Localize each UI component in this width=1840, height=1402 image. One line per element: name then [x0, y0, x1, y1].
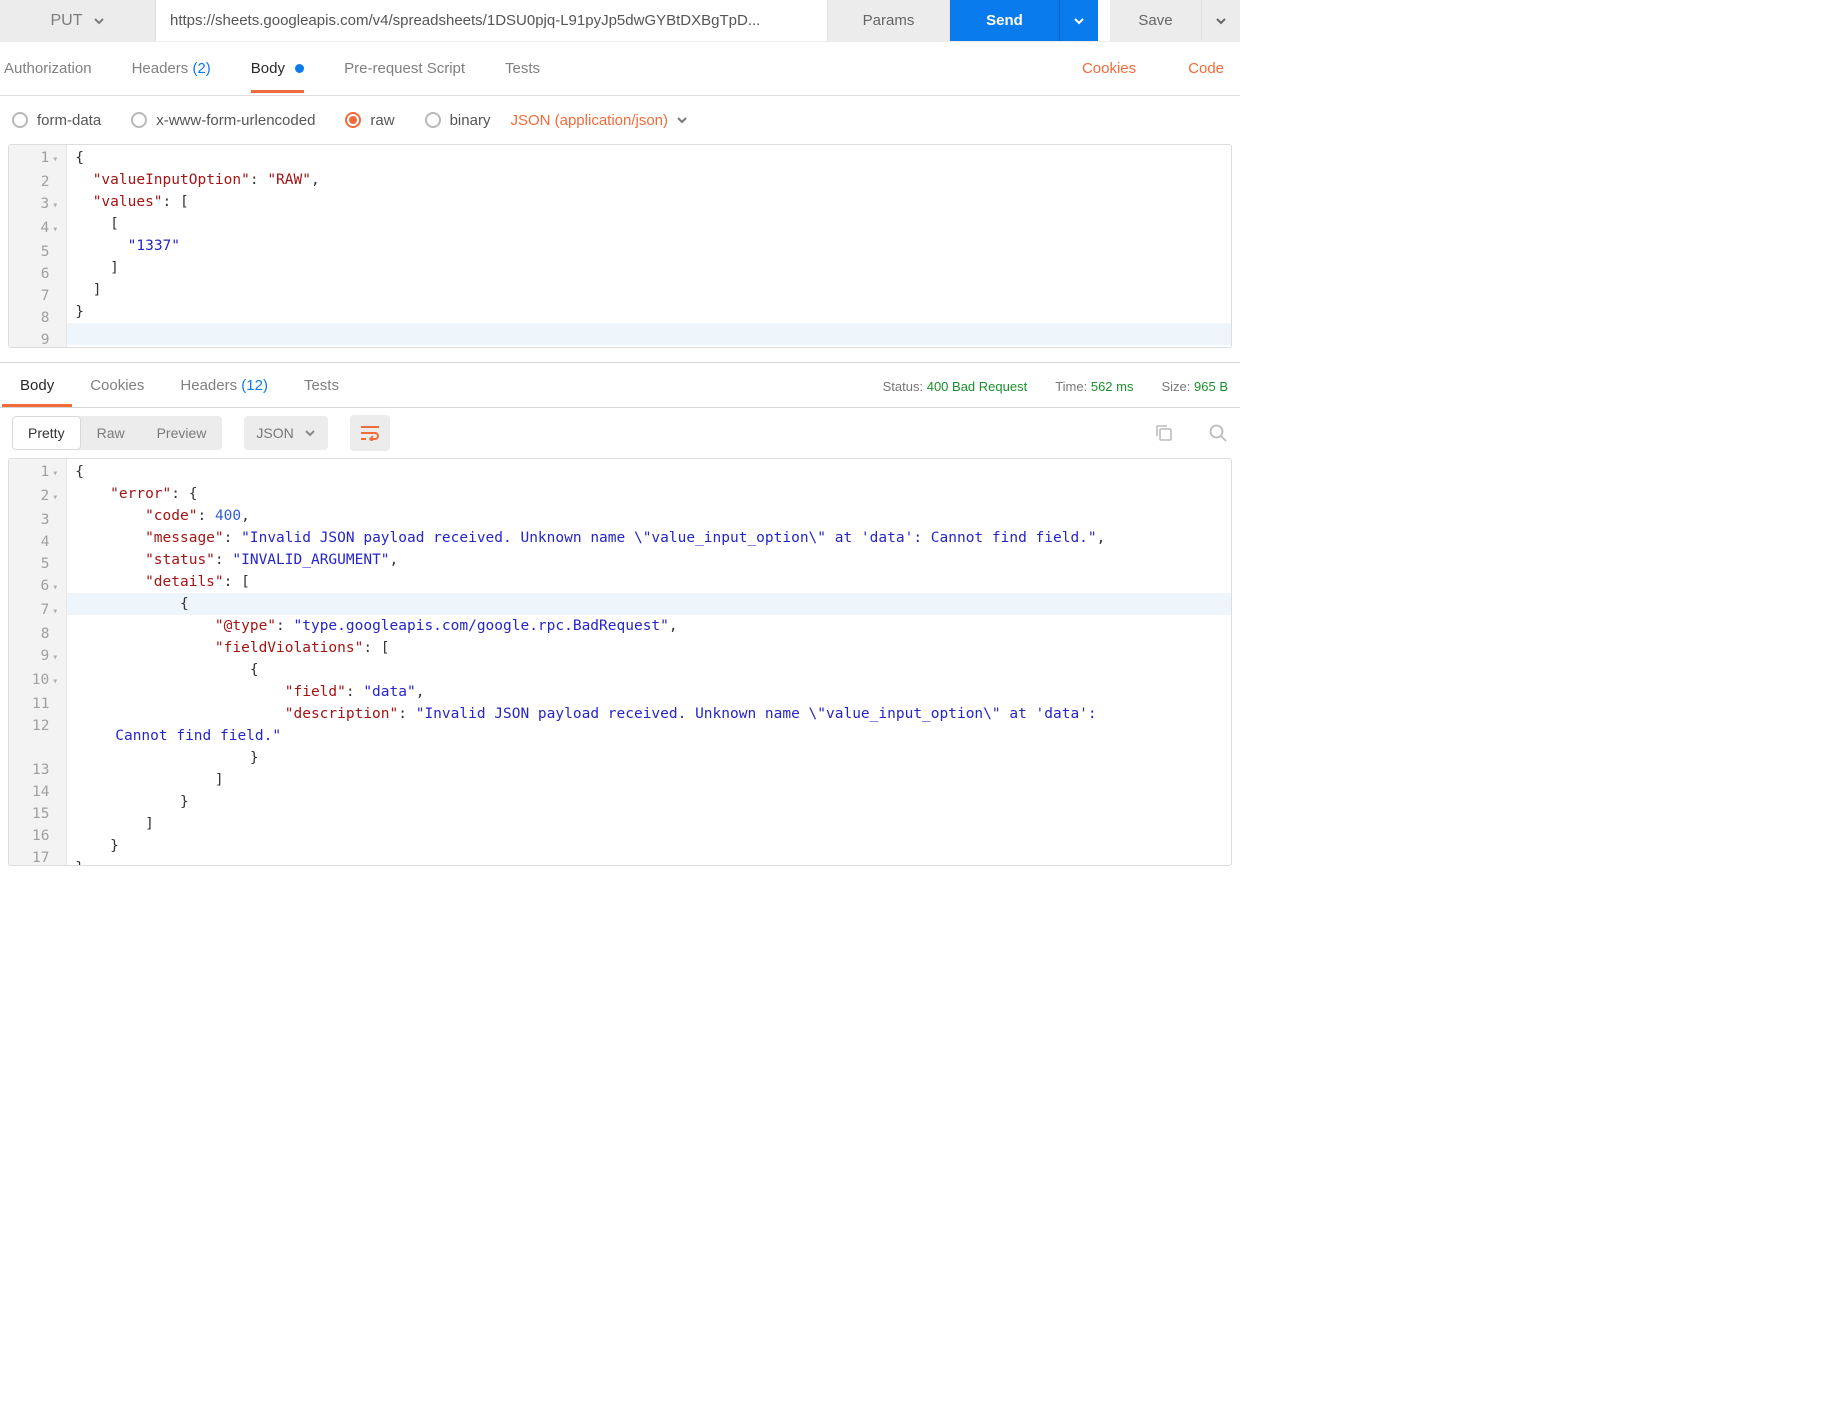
body-type-options: form-data x-www-form-urlencoded raw bina…: [0, 96, 1240, 144]
res-tab-body[interactable]: Body: [2, 364, 72, 407]
radio-urlencoded-label: x-www-form-urlencoded: [156, 112, 315, 129]
json-key: "valueInputOption": [93, 172, 250, 188]
status-value: 400 Bad Request: [927, 379, 1027, 394]
http-method-dropdown[interactable]: PUT: [0, 0, 156, 41]
json-key: "@type": [215, 618, 276, 634]
code-link[interactable]: Code: [1188, 60, 1236, 77]
send-dropdown[interactable]: [1060, 0, 1098, 41]
radio-selected-icon: [345, 112, 361, 128]
response-format-label: JSON: [256, 425, 293, 441]
radio-form-data[interactable]: form-data: [12, 112, 101, 129]
chevron-down-icon: [93, 15, 105, 27]
json-key: "field": [285, 684, 346, 700]
response-size: Size: 965 B: [1161, 379, 1228, 407]
json-string: "1337": [128, 238, 180, 254]
json-string: "Invalid JSON payload received. Unknown …: [241, 530, 1097, 546]
radio-raw[interactable]: raw: [345, 112, 394, 129]
tab-tests[interactable]: Tests: [505, 45, 540, 93]
copy-icon: [1154, 423, 1174, 443]
send-button[interactable]: Send: [950, 0, 1060, 41]
radio-urlencoded[interactable]: x-www-form-urlencoded: [131, 112, 315, 129]
tab-headers-count: (2): [192, 60, 210, 77]
chevron-down-icon: [676, 114, 688, 126]
json-string: "type.googleapis.com/google.rpc.BadReque…: [294, 618, 669, 634]
request-gutter: 1▾ 2 3▾ 4▾ 5 6 7 8 9: [9, 145, 67, 347]
request-bar: PUT https://sheets.googleapis.com/v4/spr…: [0, 0, 1240, 42]
time-value: 562 ms: [1091, 379, 1134, 394]
json-key: "values": [93, 194, 163, 210]
size-value: 965 B: [1194, 379, 1228, 394]
view-mode-pill: Pretty Raw Preview: [12, 416, 222, 450]
json-key: "details": [145, 574, 224, 590]
params-button[interactable]: Params: [828, 0, 950, 41]
res-tab-headers[interactable]: Headers (12): [162, 364, 286, 407]
brace: }: [75, 304, 84, 320]
view-pretty[interactable]: Pretty: [12, 416, 81, 450]
json-string: "RAW": [267, 172, 311, 188]
copy-button[interactable]: [1154, 423, 1174, 443]
chevron-down-icon: [1215, 15, 1227, 27]
view-raw[interactable]: Raw: [81, 416, 141, 450]
url-input[interactable]: https://sheets.googleapis.com/v4/spreads…: [156, 0, 828, 41]
res-tab-headers-label: Headers: [180, 377, 237, 394]
save-button[interactable]: Save: [1110, 0, 1202, 41]
response-format-dropdown[interactable]: JSON: [244, 416, 327, 450]
json-string: "INVALID_ARGUMENT": [232, 552, 389, 568]
tab-body[interactable]: Body: [251, 45, 304, 93]
json-string: "Invalid JSON payload received. Unknown …: [416, 706, 1106, 722]
res-tab-headers-count: (12): [241, 377, 268, 394]
search-icon: [1208, 423, 1228, 443]
json-number: 400: [215, 508, 241, 524]
json-key: "error": [110, 486, 171, 502]
content-type-label: JSON (application/json): [510, 112, 668, 129]
tab-authorization[interactable]: Authorization: [4, 45, 92, 93]
tab-headers[interactable]: Headers (2): [132, 45, 211, 93]
response-tabs: Body Cookies Headers (12) Tests Status: …: [0, 362, 1240, 408]
view-preview[interactable]: Preview: [141, 416, 223, 450]
response-gutter: 1▾ 2▾ 3 4 5 6▾ 7▾ 8 9▾ 10▾ 11 12 13 14 1…: [9, 459, 67, 865]
json-key: "message": [145, 530, 224, 546]
response-body-editor[interactable]: 1▾ 2▾ 3 4 5 6▾ 7▾ 8 9▾ 10▾ 11 12 13 14 1…: [8, 458, 1232, 866]
http-method-label: PUT: [51, 12, 83, 30]
response-status: Status: 400 Bad Request: [883, 379, 1028, 407]
tab-headers-label: Headers: [132, 60, 189, 77]
radio-binary[interactable]: binary: [425, 112, 491, 129]
search-button[interactable]: [1208, 423, 1228, 443]
radio-binary-label: binary: [450, 112, 491, 129]
response-time: Time: 562 ms: [1055, 379, 1133, 407]
request-tabs: Authorization Headers (2) Body Pre-reque…: [0, 42, 1240, 96]
cookies-link[interactable]: Cookies: [1082, 60, 1148, 77]
json-key: "status": [145, 552, 215, 568]
chevron-down-icon: [304, 427, 316, 439]
response-view-bar: Pretty Raw Preview JSON: [0, 408, 1240, 458]
radio-form-data-label: form-data: [37, 112, 101, 129]
res-tab-cookies[interactable]: Cookies: [72, 364, 162, 407]
response-code[interactable]: { "error": { "code": 400, "message": "In…: [67, 459, 1231, 865]
res-tab-tests[interactable]: Tests: [286, 364, 357, 407]
line-wrap-button[interactable]: [350, 415, 390, 451]
json-string-wrap: Cannot find field.": [75, 728, 281, 744]
content-type-dropdown[interactable]: JSON (application/json): [510, 112, 688, 129]
save-dropdown[interactable]: [1202, 0, 1240, 41]
request-body-editor[interactable]: 1▾ 2 3▾ 4▾ 5 6 7 8 9 { "valueInputOption…: [8, 144, 1232, 348]
tab-prerequest[interactable]: Pre-request Script: [344, 45, 465, 93]
json-string: "data": [363, 684, 415, 700]
brace: {: [75, 150, 84, 166]
modified-dot-icon: [295, 64, 304, 73]
request-code[interactable]: { "valueInputOption": "RAW", "values": […: [67, 145, 1231, 347]
chevron-down-icon: [1073, 15, 1085, 27]
tab-body-label: Body: [251, 60, 285, 77]
json-key: "code": [145, 508, 197, 524]
radio-raw-label: raw: [370, 112, 394, 129]
json-key: "fieldViolations": [215, 640, 363, 656]
line-wrap-icon: [360, 425, 380, 441]
json-key: "description": [285, 706, 399, 722]
